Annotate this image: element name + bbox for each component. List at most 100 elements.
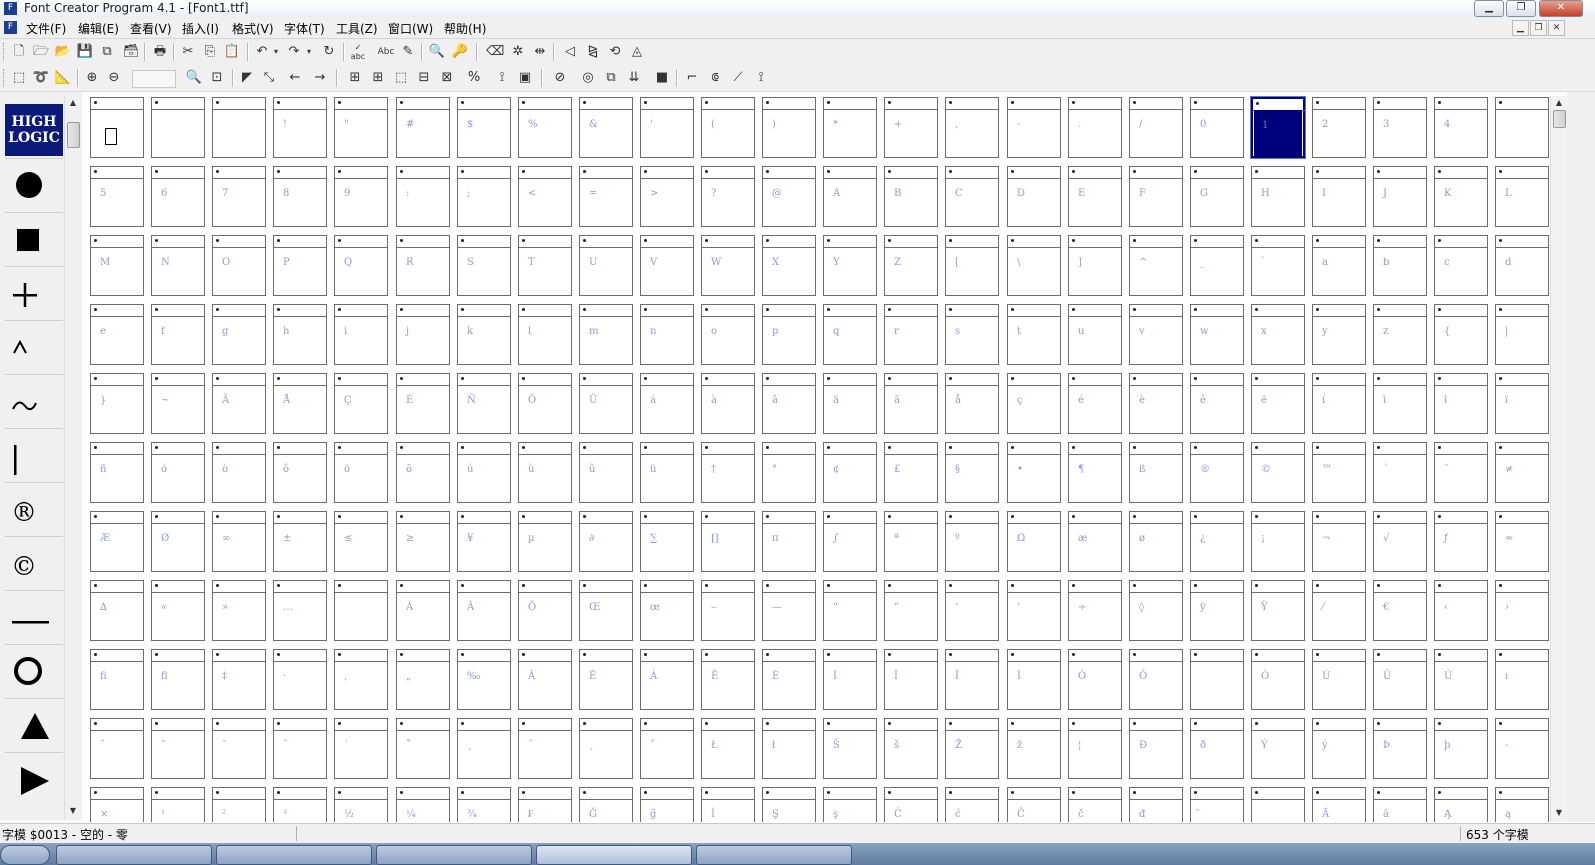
taskbar-app-5[interactable]	[696, 845, 852, 865]
glyph-cell[interactable]: 7	[212, 166, 266, 227]
glyph-cell[interactable]: ∂	[579, 511, 633, 572]
glyph-cell[interactable]: =	[579, 166, 633, 227]
glyph-cell[interactable]: ¾	[457, 787, 511, 822]
glyph-cell[interactable]: ¢	[823, 442, 877, 503]
grid2-icon[interactable]: ⊞	[369, 69, 387, 87]
glyph-cell[interactable]: q	[823, 304, 877, 365]
preview-icon[interactable]: 🔍	[428, 43, 446, 61]
glyph-cell[interactable]: #	[396, 97, 450, 158]
glyph-cell[interactable]: Ğ	[579, 787, 633, 822]
glyph-cell[interactable]: ≤	[334, 511, 388, 572]
glyph-cell[interactable]: À	[396, 580, 450, 641]
contour4-icon[interactable]: ⟟	[752, 69, 770, 87]
grid4-icon[interactable]: ⊟	[415, 69, 433, 87]
glyph-cell[interactable]: ‹	[1434, 580, 1488, 641]
glyph-cell[interactable]: Ï	[945, 649, 999, 710]
glyph-cell[interactable]: ¨	[1434, 442, 1488, 503]
eraser-icon[interactable]: ⌫	[486, 43, 504, 61]
glyph-cell[interactable]: F	[1129, 166, 1183, 227]
scroll-down-icon[interactable]: ▼	[1551, 806, 1567, 820]
glyph-cell[interactable]: Ý	[1251, 718, 1305, 779]
glyph-cell[interactable]: ¿	[1190, 511, 1244, 572]
toolbar-grip[interactable]	[3, 43, 7, 61]
glyph-cell[interactable]: |	[1495, 304, 1549, 365]
glyph-cell[interactable]: Ł	[701, 718, 755, 779]
glyph-cell[interactable]: <	[518, 166, 572, 227]
zoom-level-box[interactable]	[132, 70, 176, 88]
new-icon[interactable]: 🗋	[10, 43, 28, 61]
minimize-icon[interactable]: ▁	[1474, 0, 1504, 17]
glyph-cell[interactable]: á	[640, 373, 694, 434]
glyph-cell[interactable]: µ	[518, 511, 572, 572]
glyph-cell[interactable]: 3	[1373, 97, 1427, 158]
glyph-cell[interactable]: đ	[1129, 787, 1183, 822]
triangle-up-shape[interactable]	[5, 698, 63, 751]
glyph-cell[interactable]: ø	[1129, 511, 1183, 572]
target-icon[interactable]: ◎	[579, 69, 597, 87]
glyph-cell[interactable]: ´	[1373, 442, 1427, 503]
glyph-cell[interactable]: }	[90, 373, 144, 434]
glyph-cell[interactable]: ą	[1495, 787, 1549, 822]
glyph-cell[interactable]: Ÿ	[1251, 580, 1305, 641]
mdi-minimize-icon[interactable]: ▁	[1512, 20, 1529, 36]
glyph-cell[interactable]	[1251, 787, 1305, 822]
glyph-cell[interactable]: g	[212, 304, 266, 365]
glyph-cell[interactable]: S	[457, 235, 511, 296]
glyph-cell[interactable]: '	[640, 97, 694, 158]
glyph-cell[interactable]: R	[396, 235, 450, 296]
glyph-cell[interactable]: ò	[212, 442, 266, 503]
glyph-cell[interactable]: z	[1373, 304, 1427, 365]
glyph-cell[interactable]: ﬁ	[90, 649, 144, 710]
glyph-cell[interactable]: Û	[1373, 649, 1427, 710]
open-folder-icon[interactable]: 📂	[54, 43, 72, 61]
dash-shape[interactable]	[5, 590, 63, 643]
glyph-cell[interactable]: û	[579, 442, 633, 503]
contour3-icon[interactable]: ⟋	[729, 69, 747, 87]
glyph-cell[interactable]: º	[945, 511, 999, 572]
glyph-cell[interactable]: Ù	[1434, 649, 1488, 710]
glyph-cell[interactable]: ¸	[457, 718, 511, 779]
glyph-cell[interactable]: ∫	[823, 511, 877, 572]
glyph-cell[interactable]: %	[518, 97, 572, 158]
glyph-cell[interactable]: ₣	[518, 787, 572, 822]
redo-dropdown-icon[interactable]: ▾	[300, 43, 318, 61]
glyph-cell[interactable]: ›	[1495, 580, 1549, 641]
glyph-cell[interactable]: ?	[701, 166, 755, 227]
menu-file[interactable]: 文件(F)	[26, 20, 66, 37]
glyph-cell[interactable]: Ó	[1068, 649, 1122, 710]
glyph-cell[interactable]: î	[1434, 373, 1488, 434]
zoom-in-icon[interactable]: ⊕	[83, 69, 101, 87]
glyph-cell[interactable]: „	[396, 649, 450, 710]
glyph-cell[interactable]: ∏	[701, 511, 755, 572]
taskbar-app-active[interactable]	[536, 845, 692, 865]
copyright-shape[interactable]: ©	[5, 536, 63, 589]
glyph-cell[interactable]: ·	[273, 649, 327, 710]
glyph-cell[interactable]: ̄	[1190, 787, 1244, 822]
glyph-cell[interactable]: ≈	[1495, 511, 1549, 572]
glyph-cell[interactable]: ˝	[518, 718, 572, 779]
menu-edit[interactable]: 编辑(E)	[78, 20, 119, 37]
glyph-cell[interactable]: π	[762, 511, 816, 572]
glyph-cell[interactable]: ˜	[151, 718, 205, 779]
glyph-cell[interactable]: ˙	[334, 718, 388, 779]
tilde-shape[interactable]	[5, 374, 63, 427]
glyph-cell[interactable]: å	[945, 373, 999, 434]
arrow-right-icon[interactable]: →	[311, 69, 329, 87]
glyph-cell[interactable]: È	[762, 649, 816, 710]
mdi-close-icon[interactable]: ✕	[1548, 20, 1565, 36]
glyph-cell[interactable]: ‚	[334, 649, 388, 710]
glyph-cell[interactable]: Õ	[518, 580, 572, 641]
save-all-icon[interactable]: ⧉	[98, 43, 116, 61]
glyph-cell[interactable]: Ð	[1129, 718, 1183, 779]
edit-icon[interactable]: ✎	[399, 43, 417, 61]
mirror-icon[interactable]: ⇹	[531, 43, 549, 61]
circle-filled-shape[interactable]	[5, 158, 63, 211]
glyph-cell[interactable]	[1190, 649, 1244, 710]
globe-icon[interactable]: ⊘	[551, 69, 569, 87]
glyph-cell[interactable]: ¥	[457, 511, 511, 572]
glyph-cell[interactable]: ñ	[90, 442, 144, 503]
glyph-cell[interactable]: ù	[518, 442, 572, 503]
glyph-cell[interactable]: İ	[701, 787, 755, 822]
glyph-cell[interactable]: 1	[1250, 96, 1306, 159]
glyph-cell[interactable]: o	[701, 304, 755, 365]
